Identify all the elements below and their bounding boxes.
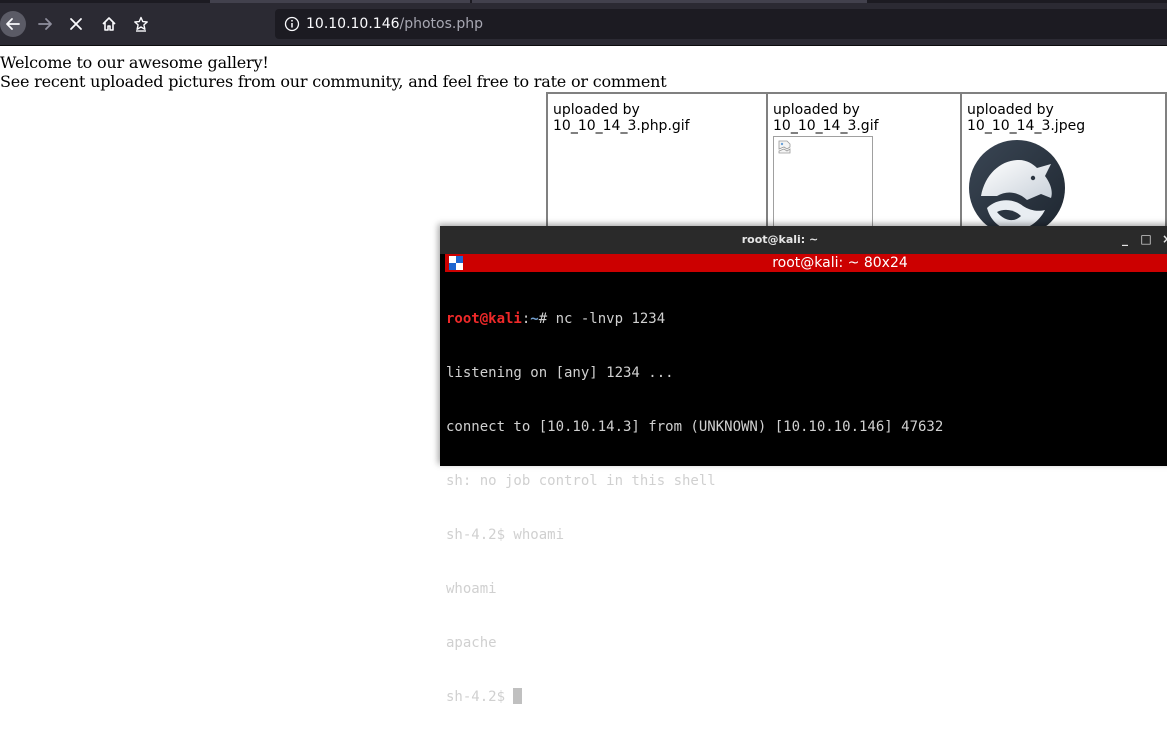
back-arrow-icon	[6, 18, 20, 30]
gallery-cell: uploaded by 10_10_14_3.gif	[767, 93, 961, 247]
forward-arrow-icon	[38, 18, 52, 30]
welcome-text: Welcome to our awesome gallery! See rece…	[0, 53, 667, 91]
browser-tab[interactable]	[210, 0, 470, 3]
back-button[interactable]	[0, 11, 26, 37]
gallery-cell: uploaded by 10_10_14_3.php.gif	[547, 93, 767, 247]
bookmark-star-icon	[134, 16, 148, 32]
terminal-tab-bar[interactable]: root@kali: ~ 80x24	[445, 254, 1167, 272]
terminal-line: connect to [10.10.14.3] from (UNKNOWN) […	[446, 419, 944, 435]
browser-tab[interactable]	[472, 0, 867, 3]
home-icon	[102, 17, 116, 31]
stop-button[interactable]	[62, 10, 90, 38]
gallery-caption: uploaded by 10_10_14_3.jpeg	[967, 102, 1086, 134]
tab-strip	[0, 0, 1167, 3]
broken-image[interactable]	[773, 136, 873, 236]
terminal-cursor	[513, 688, 523, 704]
broken-image-icon	[778, 140, 791, 154]
welcome-subtext: See recent uploaded pictures from our co…	[0, 72, 667, 91]
url-text[interactable]: 10.10.10.146/photos.php	[306, 16, 483, 32]
info-icon[interactable]	[284, 16, 300, 32]
terminal-line: sh: no job control in this shell	[446, 473, 716, 489]
gallery-caption: uploaded by 10_10_14_3.gif	[773, 102, 879, 134]
welcome-heading: Welcome to our awesome gallery!	[0, 53, 269, 72]
terminal-window[interactable]: root@kali: ~ _ □ × root@kali: ~ 80x24 ro…	[440, 226, 1167, 705]
terminal-command: nc -lnvp 1234	[555, 311, 666, 327]
wolf-logo-image[interactable]	[967, 138, 1067, 238]
gallery-caption: uploaded by 10_10_14_3.php.gif	[553, 102, 690, 134]
stop-x-icon	[70, 18, 82, 30]
current-prompt: sh-4.2$	[446, 689, 514, 705]
terminal-tab-title: root@kali: ~ 80x24	[772, 255, 908, 271]
terminal-output[interactable]: root@kali:~# nc -lnvp 1234 listening on …	[446, 274, 1166, 742]
address-bar[interactable]: 10.10.10.146/photos.php	[275, 9, 1167, 39]
maximize-button[interactable]: □	[1139, 232, 1153, 246]
gallery-table: uploaded by 10_10_14_3.php.gif uploaded …	[546, 92, 1167, 248]
terminal-line: sh-4.2$	[446, 688, 1166, 706]
home-button[interactable]	[95, 10, 123, 38]
forward-button[interactable]	[31, 10, 59, 38]
terminal-window-title: root@kali: ~	[741, 233, 819, 246]
terminal-line: sh-4.2$ whoami	[446, 527, 565, 543]
terminal-titlebar[interactable]: root@kali: ~ _ □ ×	[440, 226, 1167, 254]
terminal-line: root@kali:~# nc -lnvp 1234	[446, 310, 1166, 328]
prompt-user: root@kali	[446, 311, 522, 327]
prompt-symbol: #	[538, 311, 556, 327]
terminal-line: whoami	[446, 581, 497, 597]
prompt-path: ~	[530, 311, 539, 327]
bookmarks-button[interactable]	[127, 10, 155, 38]
close-button[interactable]: ×	[1160, 232, 1167, 246]
minimize-button[interactable]: _	[1118, 232, 1132, 246]
browser-toolbar: 10.10.10.146/photos.php	[0, 0, 1167, 46]
url-path: /photos.php	[399, 16, 484, 32]
terminal-line: listening on [any] 1234 ...	[446, 365, 674, 381]
url-host: 10.10.10.146	[306, 16, 400, 32]
gallery-row: uploaded by 10_10_14_3.php.gif uploaded …	[547, 93, 1166, 247]
gallery-cell: uploaded by 10_10_14_3.jpeg	[961, 93, 1166, 247]
terminal-line: apache	[446, 635, 497, 651]
